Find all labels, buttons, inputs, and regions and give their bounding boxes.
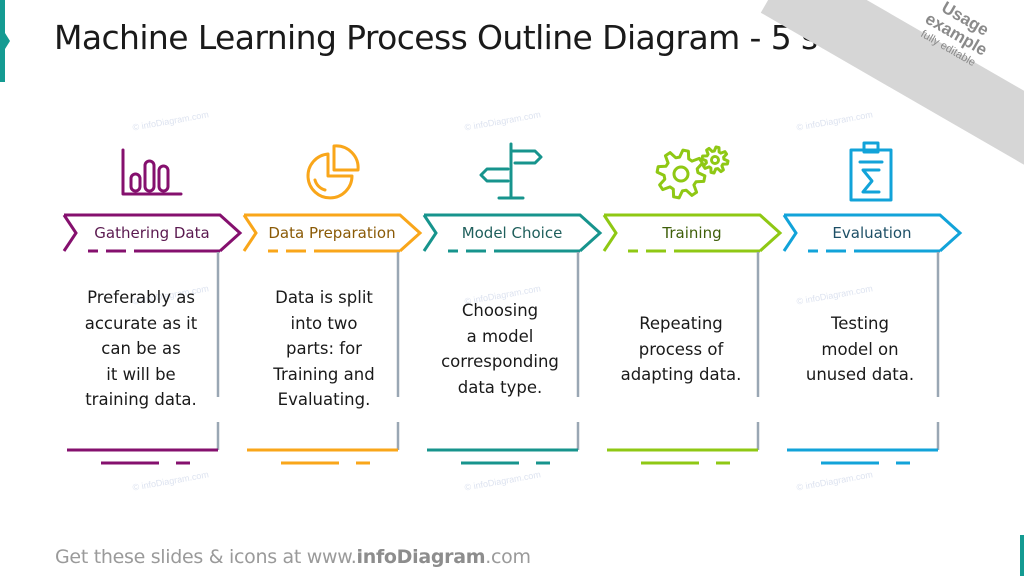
description-line: adapting data.: [620, 365, 742, 384]
description-line: Training and: [273, 364, 375, 384]
description-line: Preferably as: [87, 288, 195, 307]
description-line: process of: [638, 339, 724, 359]
description-line: Repeating: [639, 314, 723, 333]
step-label-data-preparation: Data Preparation: [268, 224, 396, 242]
step-label-evaluation: Evaluation: [832, 224, 912, 242]
description-line: it will be: [106, 364, 176, 384]
step-label-training: Training: [662, 224, 722, 242]
footer-prefix: Get these slides & icons at www.: [55, 546, 357, 568]
step-description-gathering-data: Preferably as accurate as it can be as it w…: [56, 285, 226, 413]
description-line: Data is split: [275, 288, 373, 307]
step-4: [602, 145, 783, 465]
footer-credit: Get these slides & icons at www.infoDiag…: [55, 546, 531, 568]
signpost-icon: [479, 142, 543, 200]
description-line: data type.: [457, 377, 543, 397]
description-line: parts: for: [286, 339, 362, 358]
description-line: model on: [821, 339, 899, 359]
description-line: Choosing: [461, 301, 539, 320]
step-description-model-choice: Choosing a model corresponding data type.: [415, 298, 585, 400]
step-description-data-preparation: Data is split into two parts: for Training …: [239, 285, 409, 413]
step-description-training: Repeating process of adapting data.: [596, 311, 766, 388]
bar-chart-icon: [121, 148, 183, 196]
description-line: corresponding: [441, 352, 559, 371]
description-line: can be as: [101, 339, 181, 358]
description-line: into two: [290, 313, 358, 333]
corner-accent-bar: [1020, 535, 1024, 576]
description-line: unused data.: [805, 365, 915, 384]
description-line: a model: [466, 326, 534, 346]
step-label-gathering-data: Gathering Data: [94, 224, 210, 242]
description-line: Testing: [830, 314, 889, 333]
description-line: training data.: [85, 390, 197, 409]
footer-suffix: .com: [485, 546, 531, 568]
description-line: Evaluating.: [277, 390, 371, 409]
gears-icon: [655, 145, 730, 200]
step-description-evaluation: Testing model on unused data.: [775, 311, 945, 388]
pie-chart-icon: [306, 144, 360, 200]
step-5: [782, 141, 963, 465]
step-label-model-choice: Model Choice: [461, 224, 563, 242]
description-line: accurate as it: [84, 313, 198, 333]
clipboard-sigma-icon: [849, 141, 893, 202]
footer-brand: infoDiagram: [356, 546, 486, 568]
